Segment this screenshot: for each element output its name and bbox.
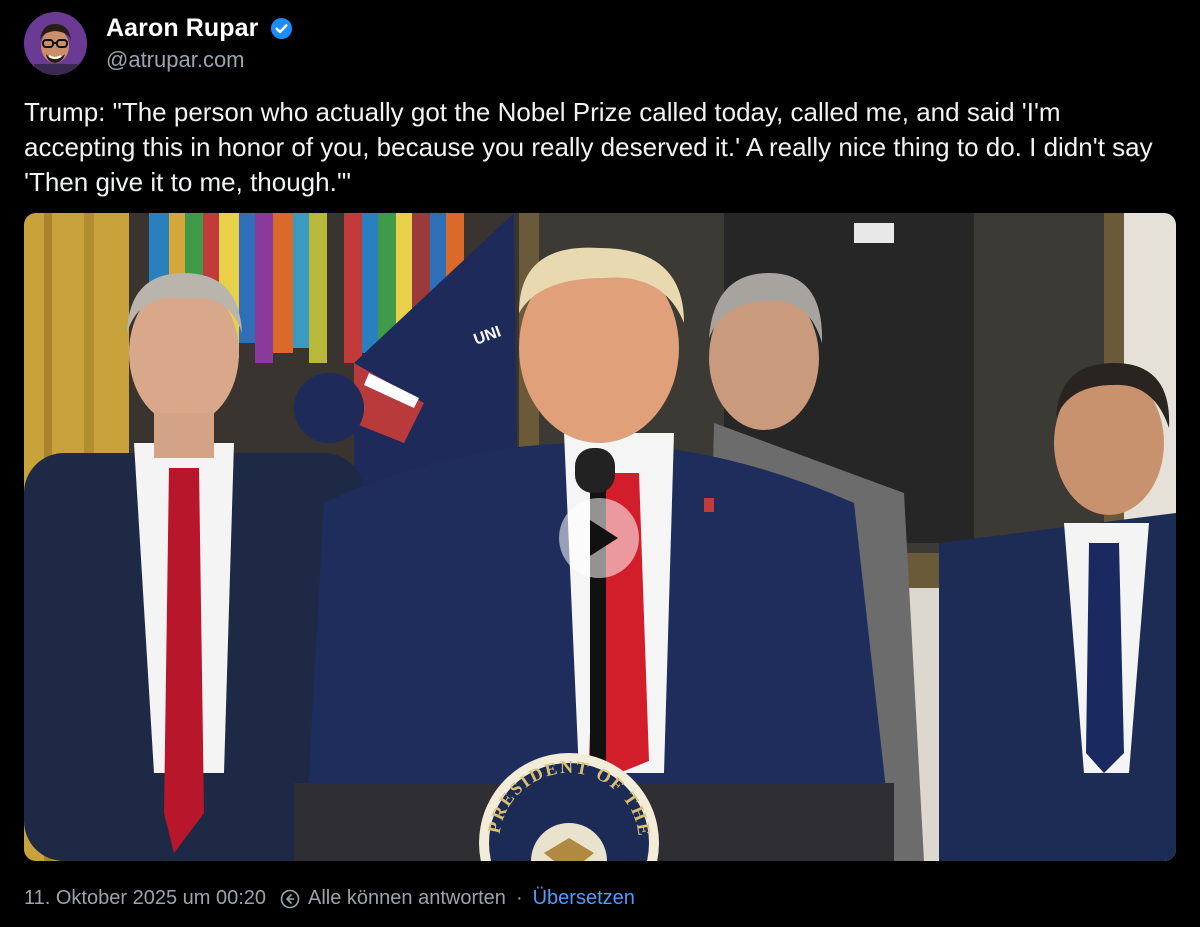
post: Aaron Rupar @atrupar.com Trump: "The per…	[0, 0, 1200, 927]
verified-badge-icon	[270, 17, 293, 40]
reply-settings-icon	[280, 889, 300, 908]
play-button[interactable]	[559, 498, 639, 578]
play-icon	[590, 520, 618, 556]
avatar-image	[24, 12, 87, 75]
post-footer: 11. Oktober 2025 um 00:20 Alle können an…	[24, 887, 635, 910]
translate-link[interactable]: Übersetzen	[533, 887, 635, 910]
reply-setting-label[interactable]: Alle können antworten	[308, 887, 506, 910]
microphone	[575, 448, 615, 493]
footer-separator: ·	[515, 887, 523, 909]
avatar[interactable]	[24, 12, 87, 75]
post-timestamp[interactable]: 11. Oktober 2025 um 00:20	[24, 887, 266, 910]
video-player[interactable]: UNI PRESIDENT OF THE	[24, 213, 1176, 861]
author-display-name[interactable]: Aaron Rupar	[106, 14, 259, 43]
post-text: Trump: "The person who actually got the …	[24, 97, 1153, 197]
author-handle[interactable]: @atrupar.com	[106, 47, 245, 73]
